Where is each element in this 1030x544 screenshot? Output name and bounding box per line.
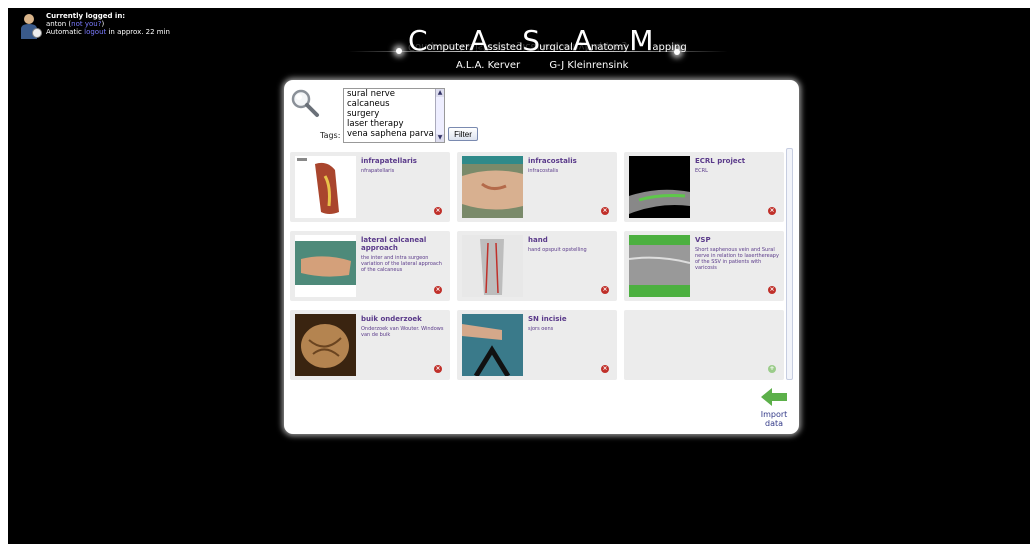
- import-label-2: data: [764, 419, 784, 428]
- project-title[interactable]: SN incisie sjors oens: [528, 315, 613, 332]
- app-background: Currently logged in: anton (not you?) Au…: [8, 8, 1030, 544]
- scroll-up-icon[interactable]: ▲: [436, 89, 444, 97]
- project-title[interactable]: buik onderzoek Onderzoek van Wouter. Wind…: [361, 315, 446, 338]
- sparkle-left: [396, 48, 402, 54]
- author-1: A.L.A. Kerver: [456, 60, 521, 71]
- project-title-text[interactable]: infrapatellaris: [361, 157, 417, 165]
- project-title[interactable]: infrapatellaris nfrapatellaris: [361, 157, 446, 174]
- title-reflection-part: A: [457, 41, 465, 52]
- project-thumbnail[interactable]: [295, 314, 356, 376]
- login-heading: Currently logged in:: [46, 12, 126, 20]
- site-title-reflection: ComputerAssistedSurgicalAnatomyMapping: [408, 40, 628, 52]
- title-reflection-part: omputer: [414, 41, 458, 52]
- import-data-button[interactable]: Import data: [754, 388, 794, 428]
- project-title-text[interactable]: VSP: [695, 236, 711, 244]
- import-label-1: Import: [760, 410, 788, 419]
- project-card[interactable]: ECRL project ECRL ×: [624, 152, 784, 222]
- project-title-text[interactable]: buik onderzoek: [361, 315, 422, 323]
- project-description: the inter and intra surgeon variation of…: [361, 255, 442, 273]
- project-title-text[interactable]: ECRL project: [695, 157, 745, 165]
- delete-icon[interactable]: ×: [434, 207, 442, 215]
- project-title[interactable]: lateral calcaneal approach the inter and …: [361, 236, 446, 273]
- project-title-text[interactable]: hand: [528, 236, 548, 244]
- login-user: anton: [46, 20, 67, 28]
- tag-option[interactable]: laser therapy: [344, 119, 444, 129]
- project-card[interactable]: infrapatellaris nfrapatellaris ×: [290, 152, 450, 222]
- tag-option[interactable]: surgery: [344, 109, 444, 119]
- magnifier-icon: [291, 89, 319, 117]
- logout-link[interactable]: logout: [84, 28, 106, 36]
- title-reflection-part: M: [584, 41, 594, 52]
- title-reflection-part: ssisted: [464, 41, 500, 52]
- project-thumbnail[interactable]: [295, 235, 356, 297]
- project-description: hand opspuit opstelling: [528, 247, 587, 253]
- project-card[interactable]: infracostalis infracostalis ×: [457, 152, 617, 222]
- project-description: Onderzoek van Wouter. Windows van de bui…: [361, 326, 444, 338]
- project-thumbnail[interactable]: [462, 156, 523, 218]
- project-thumbnail[interactable]: [295, 156, 356, 218]
- add-icon[interactable]: +: [768, 365, 776, 373]
- project-description: infracostalis: [528, 168, 559, 174]
- project-thumbnail[interactable]: [462, 235, 523, 297]
- project-description: Short saphenous vein and Sural nerve in …: [695, 247, 779, 271]
- tag-option[interactable]: calcaneus: [344, 99, 444, 109]
- paren-close: ): [101, 20, 105, 28]
- tags-label: Tags:: [320, 131, 341, 140]
- project-title[interactable]: ECRL project ECRL: [695, 157, 780, 174]
- project-title[interactable]: hand hand opspuit opstelling: [528, 236, 613, 253]
- scroll-down-icon[interactable]: ▼: [436, 134, 444, 142]
- project-title-text[interactable]: SN incisie: [528, 315, 567, 323]
- title-reflection-part: natomy: [546, 41, 585, 52]
- auto-logout-prefix: Automatic: [46, 28, 85, 36]
- project-thumbnail[interactable]: [629, 156, 690, 218]
- filter-button[interactable]: Filter: [448, 127, 478, 141]
- site-header: ComputerAssistedSurgicalAnatomyMapping C…: [348, 16, 728, 76]
- not-you-link[interactable]: not you?: [71, 20, 101, 28]
- title-part: apping: [652, 42, 687, 53]
- title-part: M: [629, 24, 653, 57]
- new-project-card: +: [624, 310, 784, 380]
- project-thumbnail[interactable]: [629, 235, 690, 297]
- project-description: sjors oens: [528, 326, 554, 332]
- authors: A.L.A. Kerver G-J Kleinrensink: [456, 60, 654, 71]
- delete-icon[interactable]: ×: [434, 286, 442, 294]
- green-arrow-left-icon: [761, 388, 787, 406]
- project-card[interactable]: SN incisie sjors oens ×: [457, 310, 617, 380]
- title-reflection-part: C: [408, 41, 415, 52]
- project-description: ECRL: [695, 168, 708, 174]
- project-thumbnail[interactable]: [462, 314, 523, 376]
- projects-panel: Tags: sural nerve calcaneus surgery laser t…: [284, 80, 799, 434]
- project-description: nfrapatellaris: [361, 168, 395, 174]
- project-grid: infrapatellaris nfrapatellaris × infracosta…: [290, 148, 793, 384]
- delete-icon[interactable]: ×: [601, 207, 609, 215]
- auto-logout-suffix: in approx. 22 min: [106, 28, 170, 36]
- delete-icon[interactable]: ×: [768, 286, 776, 294]
- tags-listbox[interactable]: sural nerve calcaneus surgery laser therapy…: [343, 88, 445, 143]
- project-title-text[interactable]: lateral calcaneal approach: [361, 236, 426, 252]
- delete-icon[interactable]: ×: [601, 286, 609, 294]
- delete-icon[interactable]: ×: [601, 365, 609, 373]
- project-title[interactable]: VSP Short saphenous vein and Sural nerve …: [695, 236, 780, 271]
- clock-icon: [32, 28, 42, 38]
- grid-scrollbar[interactable]: [786, 148, 793, 380]
- project-card[interactable]: hand hand opspuit opstelling ×: [457, 231, 617, 301]
- title-reflection-part: apping: [593, 41, 628, 52]
- project-card[interactable]: VSP Short saphenous vein and Sural nerve …: [624, 231, 784, 301]
- tag-option[interactable]: vena saphena parva: [344, 129, 444, 139]
- delete-icon[interactable]: ×: [434, 365, 442, 373]
- tag-option[interactable]: sural nerve: [344, 89, 444, 99]
- author-2: G-J Kleinrensink: [549, 60, 629, 71]
- tags-scrollbar[interactable]: ▲ ▼: [435, 89, 444, 142]
- title-reflection-part: urgical: [505, 41, 540, 52]
- project-title[interactable]: infracostalis infracostalis: [528, 157, 613, 174]
- project-title-text[interactable]: infracostalis: [528, 157, 577, 165]
- delete-icon[interactable]: ×: [768, 207, 776, 215]
- project-card[interactable]: lateral calcaneal approach the inter and …: [290, 231, 450, 301]
- project-card[interactable]: buik onderzoek Onderzoek van Wouter. Wind…: [290, 310, 450, 380]
